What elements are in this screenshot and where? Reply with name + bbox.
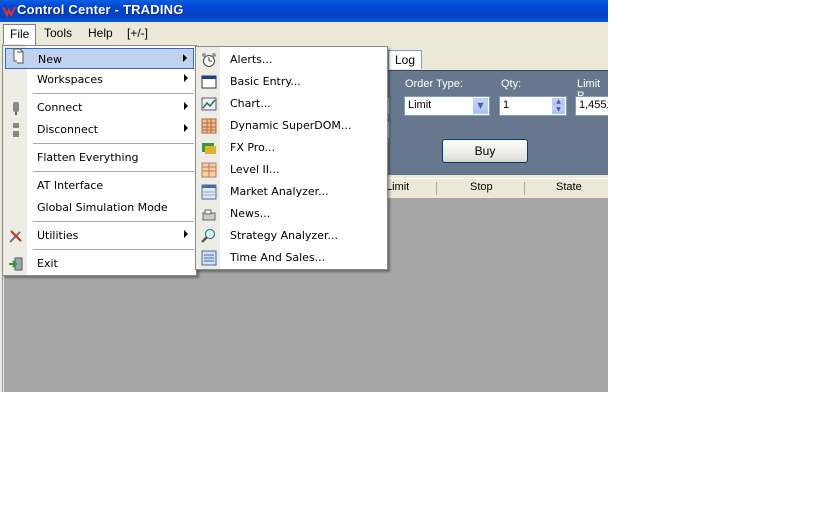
- menu-item-global-simulation-mode[interactable]: Global Simulation Mode: [5, 197, 194, 218]
- order-type-value: Limit: [408, 99, 432, 111]
- menu-separator: [33, 249, 194, 250]
- column-divider[interactable]: [524, 182, 525, 195]
- menu-item-level-ii[interactable]: Level II...: [198, 159, 385, 180]
- column-state[interactable]: State: [556, 181, 582, 193]
- menu-item-label: Connect: [37, 101, 83, 114]
- table-icon: [201, 162, 217, 178]
- tools-icon: [9, 230, 22, 243]
- orders-grid-body-left[interactable]: [4, 276, 24, 392]
- menu-item-strategy-analyzer[interactable]: Strategy Analyzer...: [198, 225, 385, 246]
- menu-item-fx-pro[interactable]: FX Pro...: [198, 137, 385, 158]
- menu-bar: File Tools Help [+/-]: [0, 22, 608, 45]
- menu-separator: [33, 93, 194, 94]
- spreadsheet-icon: [201, 184, 217, 200]
- buy-button[interactable]: Buy: [442, 139, 528, 163]
- menu-item-news[interactable]: News...: [198, 203, 385, 224]
- menu-item-disconnect[interactable]: Disconnect: [5, 119, 194, 140]
- menu-item-exit[interactable]: Exit: [5, 253, 194, 274]
- tab-strip: Log: [380, 46, 608, 70]
- column-limit[interactable]: Limit: [386, 181, 409, 193]
- menu-item-time-and-sales[interactable]: Time And Sales...: [198, 247, 385, 268]
- menu-item-label: Dynamic SuperDOM...: [230, 119, 352, 132]
- menu-toggle[interactable]: [+/-]: [121, 24, 154, 42]
- qty-label: Qty:: [501, 78, 522, 90]
- menu-item-label: Level II...: [230, 163, 280, 176]
- submenu-arrow-icon: [184, 102, 188, 110]
- menu-separator: [33, 171, 194, 172]
- submenu-arrow-icon: [184, 124, 188, 132]
- alarm-clock-icon: [202, 53, 216, 67]
- menu-item-label: Exit: [37, 257, 58, 270]
- order-type-select[interactable]: Limit ▼: [404, 96, 490, 116]
- menu-item-new[interactable]: New: [5, 48, 194, 69]
- new-submenu: Alerts... Basic Entry... Chart... Dynami…: [195, 46, 388, 270]
- menu-item-label: Workspaces: [37, 73, 103, 86]
- menu-item-chart[interactable]: Chart...: [198, 93, 385, 114]
- menu-item-label: Utilities: [37, 229, 79, 242]
- submenu-arrow-icon: [184, 74, 188, 82]
- title-bar[interactable]: Control Center - TRADING: [0, 0, 608, 22]
- menu-file[interactable]: File: [3, 24, 37, 45]
- spin-up-icon[interactable]: ▲: [552, 98, 565, 106]
- menu-item-flatten-everything[interactable]: Flatten Everything: [5, 147, 194, 168]
- limit-price-field[interactable]: 1,4551: [575, 96, 608, 116]
- menu-item-label: New: [38, 53, 62, 66]
- spin-buttons[interactable]: ▲ ▼: [552, 98, 565, 114]
- menu-item-label: FX Pro...: [230, 141, 276, 154]
- order-type-label: Order Type:: [405, 78, 463, 90]
- menu-item-at-interface[interactable]: AT Interface: [5, 175, 194, 196]
- column-stop[interactable]: Stop: [470, 181, 493, 193]
- submenu-arrow-icon: [183, 54, 187, 62]
- menu-help[interactable]: Help: [82, 24, 119, 42]
- app-logo-icon: [2, 6, 16, 18]
- spin-down-icon[interactable]: ▼: [552, 106, 565, 114]
- window-icon: [201, 75, 217, 89]
- column-divider[interactable]: [436, 182, 437, 195]
- menu-item-label: News...: [230, 207, 271, 220]
- menu-separator: [33, 221, 194, 222]
- menu-item-label: Market Analyzer...: [230, 185, 329, 198]
- magnifier-icon: [201, 229, 215, 243]
- chevron-down-icon[interactable]: ▼: [473, 98, 488, 114]
- plug-icon: [13, 102, 19, 115]
- menu-item-workspaces[interactable]: Workspaces: [5, 69, 194, 90]
- list-icon: [201, 250, 217, 266]
- qty-value: 1: [503, 99, 510, 111]
- menu-item-market-analyzer[interactable]: Market Analyzer...: [198, 181, 385, 202]
- menu-separator: [33, 143, 194, 144]
- submenu-arrow-icon: [184, 230, 188, 238]
- qty-stepper[interactable]: 1 ▲ ▼: [499, 96, 567, 116]
- menu-item-label: Strategy Analyzer...: [230, 229, 338, 242]
- newspaper-icon: [202, 209, 216, 221]
- new-document-icon: [13, 48, 24, 64]
- menu-item-utilities[interactable]: Utilities: [5, 225, 194, 246]
- menu-item-label: Alerts...: [230, 53, 273, 66]
- menu-item-label: Global Simulation Mode: [37, 201, 168, 214]
- limit-price-value: 1,4551: [579, 99, 608, 111]
- unplug-icon: [13, 123, 19, 137]
- menu-item-label: Chart...: [230, 97, 271, 110]
- menu-item-alerts[interactable]: Alerts...: [198, 49, 385, 70]
- fx-icon: [202, 143, 216, 154]
- file-menu: New Workspaces Connect Disconnect Flatte…: [2, 45, 197, 276]
- menu-tools[interactable]: Tools: [38, 24, 78, 42]
- tab-log[interactable]: Log: [388, 50, 423, 69]
- menu-item-dynamic-superdom[interactable]: Dynamic SuperDOM...: [198, 115, 385, 136]
- chart-icon: [201, 97, 217, 111]
- menu-item-label: Disconnect: [37, 123, 99, 136]
- exit-icon: [9, 257, 23, 271]
- menu-item-label: Basic Entry...: [230, 75, 301, 88]
- menu-item-label: Time And Sales...: [230, 251, 326, 264]
- menu-item-label: AT Interface: [37, 179, 104, 192]
- window-title: Control Center - TRADING: [17, 2, 184, 17]
- menu-item-basic-entry[interactable]: Basic Entry...: [198, 71, 385, 92]
- grid-icon: [201, 118, 217, 134]
- orders-grid-header: Limit Stop State: [380, 178, 608, 199]
- menu-item-connect[interactable]: Connect: [5, 97, 194, 118]
- menu-item-label: Flatten Everything: [37, 151, 139, 164]
